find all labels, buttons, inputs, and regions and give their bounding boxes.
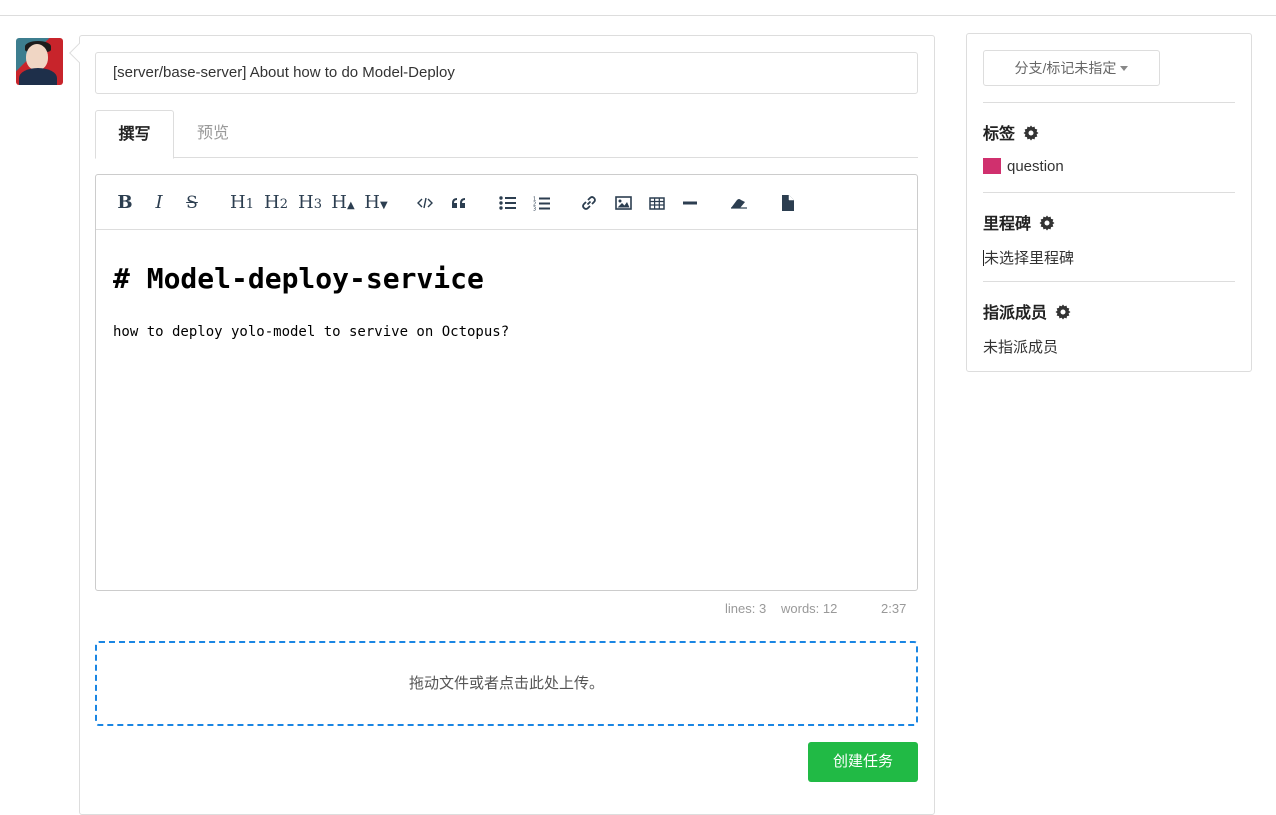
horizontal-rule-button[interactable] [679, 189, 701, 217]
file-icon [781, 195, 794, 211]
heading-3-letter: H [298, 192, 314, 213]
milestone-heading-text: 里程碑 [983, 216, 1032, 233]
avatar-body [19, 68, 57, 85]
heading-bigger-letter: H [331, 192, 347, 213]
editor-toolbar: B I S H1 H2 H3 H▲ H▼ 123 [96, 175, 917, 230]
file-dropzone[interactable]: 拖动文件或者点击此处上传。 [95, 641, 918, 726]
editor-heading-line: # Model-deploy-service [113, 262, 484, 295]
branch-tag-label: 分支/标记未指定 [1014, 60, 1117, 76]
heading-2-sub: 2 [279, 197, 288, 212]
image-icon [614, 196, 632, 210]
image-button[interactable] [612, 189, 634, 217]
heading-1-sub: 1 [245, 197, 254, 212]
strikethrough-button[interactable]: S [182, 189, 202, 217]
editor-tabs: 撰写 预览 [95, 110, 918, 159]
heading-bigger-button[interactable]: H▲ [328, 189, 358, 217]
heading-3-sub: 3 [313, 197, 322, 212]
heading-1-letter: H [230, 192, 246, 213]
sidebar-divider [983, 192, 1235, 193]
quote-icon [452, 198, 465, 208]
unordered-list-button[interactable] [496, 189, 518, 217]
table-button[interactable] [646, 189, 668, 217]
horizontal-rule-icon [683, 201, 697, 205]
eraser-button[interactable] [728, 189, 750, 217]
editor-content[interactable]: # Model-deploy-service how to deploy yol… [113, 261, 903, 340]
table-icon [649, 196, 665, 210]
milestone-value-text: 未选择里程碑 [984, 250, 1075, 267]
label-name: question [1007, 158, 1064, 175]
ordered-list-button[interactable]: 123 [530, 189, 552, 217]
gear-icon [1039, 215, 1055, 231]
status-lines: lines: 3 [725, 601, 767, 616]
assignees-heading-text: 指派成员 [983, 305, 1048, 322]
sidebar-divider [983, 102, 1235, 103]
file-button[interactable] [776, 189, 798, 217]
eraser-icon [731, 199, 747, 209]
labels-heading[interactable]: 标签 [983, 120, 1039, 144]
editor-body-line: how to deploy yolo-model to servive on O… [113, 324, 510, 340]
italic-button[interactable]: I [149, 189, 169, 217]
status-cursor: 2:37 [881, 601, 907, 616]
caret-down-icon [1120, 65, 1129, 71]
issue-sidebar: 分支/标记未指定 标签 question 里程碑 未选择里程碑 指派成员 未指派… [966, 33, 1252, 372]
unordered-list-icon [498, 196, 516, 210]
heading-smaller-button[interactable]: H▼ [361, 189, 391, 217]
labels-heading-text: 标签 [983, 126, 1016, 143]
caret-down-icon: ▼ [380, 200, 388, 211]
assignees-value: 未指派成员 [983, 339, 1059, 356]
tab-write[interactable]: 撰写 [95, 110, 174, 159]
gear-icon [1023, 125, 1039, 141]
quote-button[interactable] [448, 189, 470, 217]
markdown-editor: B I S H1 H2 H3 H▲ H▼ 123 # Model-deploy-… [95, 174, 918, 591]
issue-title-input[interactable]: [server/base-server] About how to do Mod… [95, 52, 918, 94]
heading-2-letter: H [264, 192, 280, 213]
create-issue-button[interactable]: 创建任务 [808, 742, 918, 782]
caret-up-icon: ▲ [347, 200, 355, 211]
ordered-list-icon: 123 [533, 196, 550, 212]
code-button[interactable] [414, 189, 436, 217]
code-icon [417, 197, 433, 209]
status-words: words: 12 [781, 601, 838, 616]
svg-text:3: 3 [533, 206, 536, 211]
link-icon [582, 196, 596, 210]
branch-tag-dropdown[interactable]: 分支/标记未指定 [983, 50, 1160, 86]
tab-preview[interactable]: 预览 [181, 110, 245, 158]
link-button[interactable] [578, 189, 600, 217]
milestone-heading[interactable]: 里程碑 [983, 210, 1055, 234]
gear-icon [1055, 304, 1071, 320]
heading-smaller-letter: H [364, 192, 380, 213]
heading-1-button[interactable]: H1 [228, 189, 256, 217]
top-divider [0, 15, 1276, 16]
assignees-heading[interactable]: 指派成员 [983, 299, 1071, 323]
bold-button[interactable]: B [115, 189, 135, 217]
heading-2-button[interactable]: H2 [262, 189, 290, 217]
label-item-question[interactable]: question [983, 157, 1064, 175]
heading-3-button[interactable]: H3 [296, 189, 324, 217]
sidebar-divider [983, 281, 1235, 282]
milestone-value: 未选择里程碑 [983, 247, 1074, 268]
label-color-swatch [983, 157, 1001, 174]
avatar-head [26, 44, 48, 70]
user-avatar [16, 38, 63, 85]
